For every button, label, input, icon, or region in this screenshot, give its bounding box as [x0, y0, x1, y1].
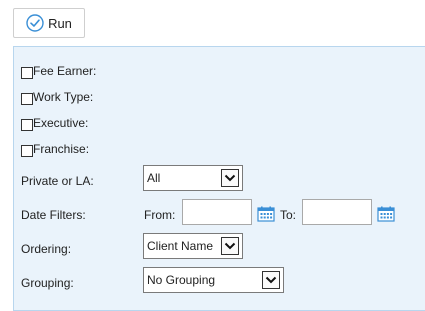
private-or-la-select[interactable]: All	[143, 165, 243, 191]
private-or-la-value: All	[147, 171, 161, 185]
date-from-input[interactable]	[182, 199, 252, 225]
franchise-row: Franchise:	[21, 141, 89, 157]
date-from-label: From:	[144, 208, 176, 222]
ordering-value: Client Name	[147, 239, 214, 253]
ordering-label: Ordering:	[21, 242, 72, 256]
chevron-down-icon	[221, 237, 239, 255]
filter-panel: Fee Earner: Work Type: Executive: Franch…	[13, 46, 425, 311]
franchise-label: Franchise:	[33, 142, 90, 156]
private-or-la-label: Private or LA:	[21, 174, 94, 188]
calendar-icon[interactable]	[257, 206, 275, 222]
date-filters-label: Date Filters:	[21, 208, 86, 222]
check-circle-icon	[26, 14, 44, 32]
calendar-icon[interactable]	[377, 206, 395, 222]
work-type-checkbox[interactable]	[21, 92, 33, 105]
fee-earner-row: Fee Earner:	[21, 63, 96, 79]
run-button[interactable]: Run	[13, 8, 85, 38]
grouping-select[interactable]: No Grouping	[143, 267, 284, 293]
fee-earner-label: Fee Earner:	[33, 64, 97, 78]
work-type-row: Work Type:	[21, 89, 93, 105]
chevron-down-icon	[262, 271, 280, 289]
fee-earner-checkbox[interactable]	[21, 66, 33, 79]
grouping-label: Grouping:	[21, 276, 74, 290]
chevron-down-icon	[221, 169, 239, 187]
franchise-checkbox[interactable]	[21, 144, 33, 157]
date-to-input[interactable]	[302, 199, 372, 225]
date-to-label: To:	[280, 208, 297, 222]
grouping-value: No Grouping	[147, 273, 216, 287]
ordering-select[interactable]: Client Name	[143, 233, 243, 259]
executive-checkbox[interactable]	[21, 118, 33, 131]
executive-row: Executive:	[21, 115, 88, 131]
report-filter-page: Run Fee Earner: Work Type: Executive: Fr…	[0, 0, 425, 311]
run-button-label: Run	[48, 15, 72, 31]
work-type-label: Work Type:	[33, 90, 94, 104]
executive-label: Executive:	[33, 116, 89, 130]
